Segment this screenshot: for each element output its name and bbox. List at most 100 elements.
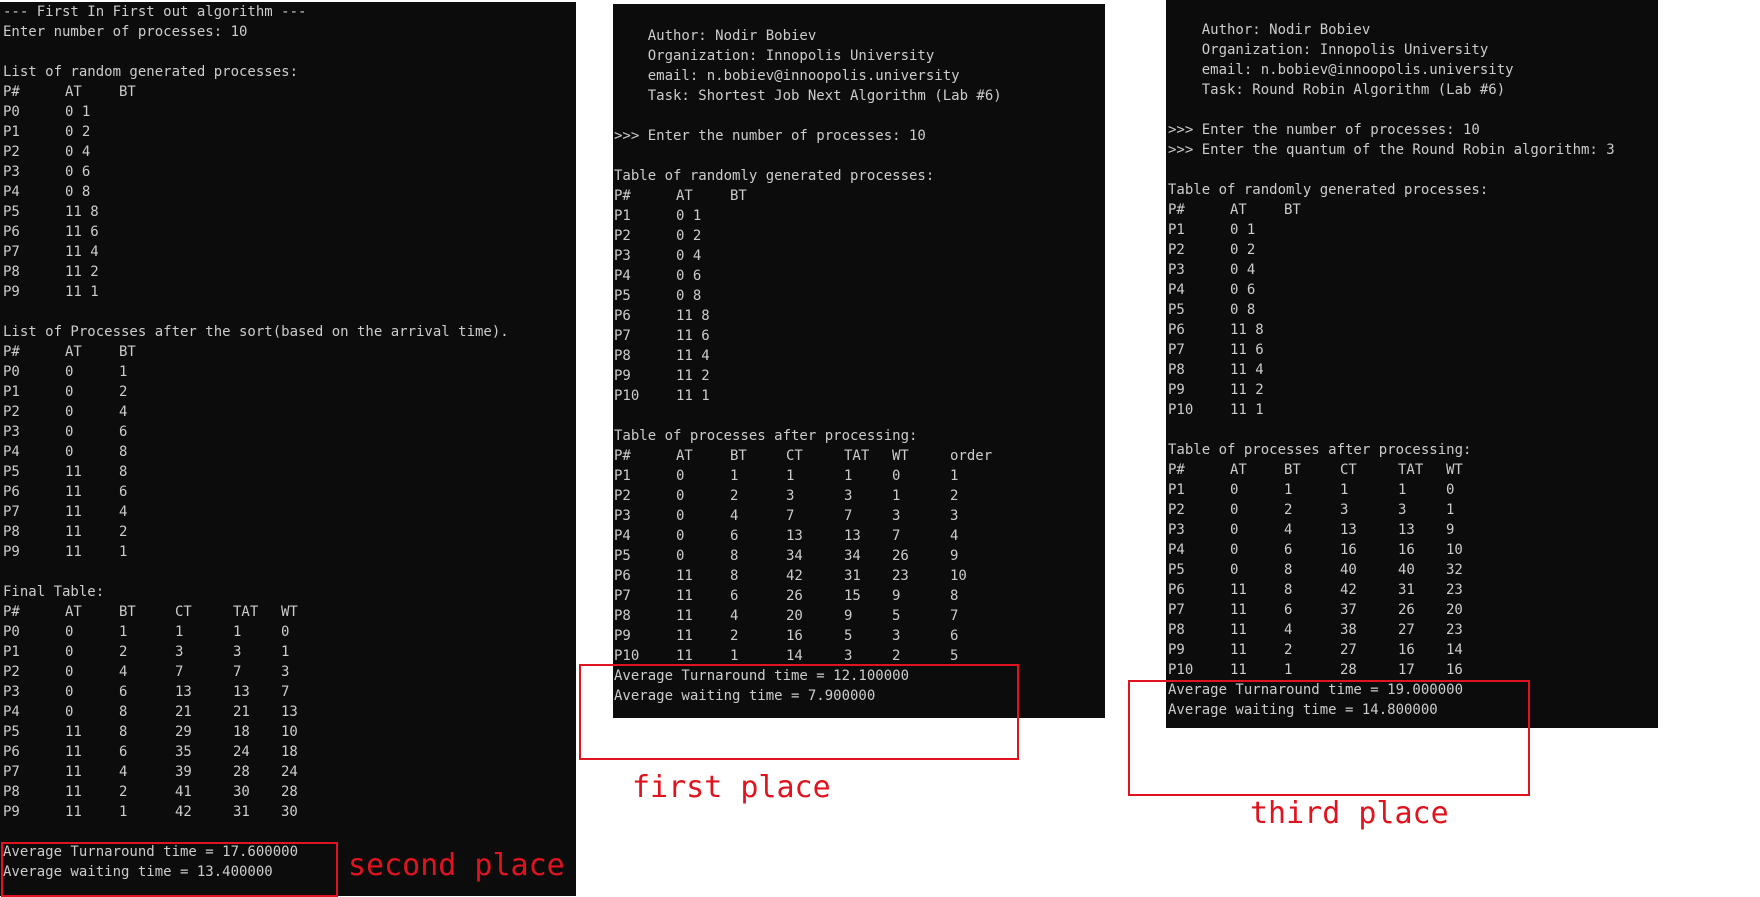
table-row: P3 0 6 13 13 7 <box>3 682 576 702</box>
table-cell: 30 <box>281 804 298 820</box>
table-header-cell: BT <box>119 604 136 620</box>
table-header-cell: AT <box>65 344 82 360</box>
table-row: P6 11 8 <box>614 306 1105 326</box>
table-cell: 6 <box>730 528 739 544</box>
table-cell: 9 <box>950 548 959 564</box>
table-cell: 0 <box>65 444 74 460</box>
table-cell: 3 <box>892 508 901 524</box>
table-cell: 4 <box>119 664 128 680</box>
table-cell: P10 <box>614 648 640 664</box>
table-header-cell: AT <box>1230 462 1247 478</box>
table-cell: 8 <box>119 704 128 720</box>
table-cell: 3 <box>175 644 184 660</box>
table-cell: 37 <box>1340 602 1357 618</box>
sjn-terminal-window[interactable]: Author: Nodir Bobiev Organization: Innop… <box>613 4 1105 718</box>
table-cell: P8 <box>614 608 631 624</box>
table-row: P4 0 6 13 13 7 4 <box>614 526 1105 546</box>
table-cell: 11 <box>65 524 82 540</box>
table-cell: 2 <box>119 384 128 400</box>
table-cell: 0 4 <box>1230 262 1256 278</box>
table-row: P4 0 6 <box>614 266 1105 286</box>
table-cell: 0 2 <box>65 124 91 140</box>
table-row: P4 0 8 <box>3 182 576 202</box>
table-row: P1 0 1 1 1 0 1 <box>614 466 1105 486</box>
table-header: P# AT BT <box>3 342 576 362</box>
table-row: P9 11 2 <box>1168 380 1658 400</box>
table-cell: 3 <box>1398 502 1407 518</box>
table-cell: 1 <box>1284 662 1293 678</box>
table-cell: 11 <box>676 628 693 644</box>
table-cell: 10 <box>281 724 298 740</box>
table-cell: P8 <box>1168 362 1185 378</box>
table-cell: P1 <box>1168 222 1185 238</box>
table-cell: 11 <box>1230 622 1247 638</box>
table-cell: P7 <box>1168 602 1185 618</box>
table-cell: 16 <box>1340 542 1357 558</box>
highlight-box-third <box>1128 680 1530 796</box>
table-cell: P7 <box>614 328 631 344</box>
rr-terminal-window[interactable]: Author: Nodir Bobiev Organization: Innop… <box>1166 0 1658 728</box>
table-cell: 0 <box>65 684 74 700</box>
table-cell: 1 <box>892 488 901 504</box>
table-cell: P7 <box>614 588 631 604</box>
table-row: P8 11 4 <box>1168 360 1658 380</box>
table-cell: 11 <box>65 784 82 800</box>
table-row: P1 0 1 1 1 0 <box>1168 480 1658 500</box>
table-cell: 21 <box>175 704 192 720</box>
table-cell: P3 <box>1168 522 1185 538</box>
table-cell: 27 <box>1340 642 1357 658</box>
table-header-cell: WT <box>892 448 909 464</box>
table-row: P8 11 4 <box>614 346 1105 366</box>
table-cell: 8 <box>950 588 959 604</box>
table-cell: 0 <box>65 704 74 720</box>
table-cell: 42 <box>175 804 192 820</box>
table-cell: 13 <box>1398 522 1415 538</box>
table-cell: 11 1 <box>676 388 710 404</box>
terminal-line: Author: Nodir Bobiev <box>1168 22 1371 38</box>
table-header-cell: P# <box>3 84 20 100</box>
table-cell: 3 <box>233 644 242 660</box>
terminal-line: --- First In First out algorithm --- <box>3 4 307 20</box>
table-cell: 20 <box>1446 602 1463 618</box>
table-header-cell: CT <box>175 604 192 620</box>
table-cell: 5 <box>950 648 959 664</box>
table-cell: P4 <box>3 704 20 720</box>
table-cell: 16 <box>1398 542 1415 558</box>
table-cell: 38 <box>1340 622 1357 638</box>
table-cell: 9 <box>892 588 901 604</box>
table-row: P8 11 4 20 9 5 7 <box>614 606 1105 626</box>
highlight-box-second <box>1 842 338 897</box>
terminal-line: Table of randomly generated processes: <box>614 168 935 184</box>
table-header: P# AT BT <box>3 82 576 102</box>
table-cell: 1 <box>950 468 959 484</box>
table-cell: 42 <box>1340 582 1357 598</box>
table-cell: 11 <box>676 608 693 624</box>
table-cell: 11 <box>1230 602 1247 618</box>
table-cell: 0 6 <box>1230 282 1256 298</box>
table-cell: 0 <box>1446 482 1455 498</box>
table-cell: P6 <box>1168 582 1185 598</box>
table-cell: 1 <box>1284 482 1293 498</box>
table-header-cell: AT <box>676 188 693 204</box>
table-row: P9 11 1 <box>3 542 576 562</box>
table-cell: P5 <box>3 464 20 480</box>
table-cell: 11 8 <box>65 204 99 220</box>
table-cell: 0 <box>1230 482 1239 498</box>
table-cell: P2 <box>3 664 20 680</box>
table-row: P1 0 2 3 3 1 <box>3 642 576 662</box>
table-cell: 32 <box>1446 562 1463 578</box>
fcfs-terminal-window[interactable]: --- First In First out algorithm --- Ent… <box>0 2 576 896</box>
table-cell: P7 <box>1168 342 1185 358</box>
table-cell: 1 <box>844 468 853 484</box>
table-cell: 8 <box>1284 562 1293 578</box>
table-cell: P4 <box>614 528 631 544</box>
table-cell: 2 <box>119 644 128 660</box>
table-header: P# AT BT CT TAT WT <box>1168 460 1658 480</box>
table-cell: 11 6 <box>676 328 710 344</box>
table-cell: 1 <box>1446 502 1455 518</box>
table-row: P7 11 4 <box>3 502 576 522</box>
table-cell: 13 <box>281 704 298 720</box>
table-cell: 8 <box>119 444 128 460</box>
